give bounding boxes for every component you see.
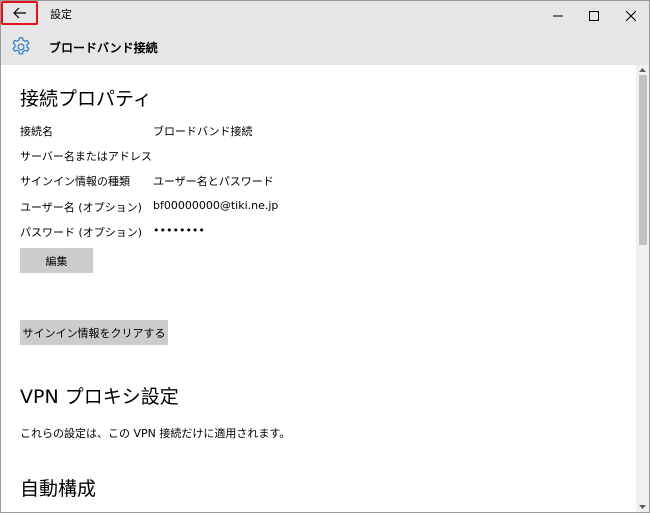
main-content: 接続プロパティ 接続名 ブロードバンド接続 サーバー名またはアドレス サインイン…	[1, 65, 636, 512]
scroll-down-button[interactable]	[636, 502, 649, 512]
edit-button[interactable]: 編集	[20, 248, 93, 273]
close-icon	[626, 10, 636, 21]
vpn-proxy-description: これらの設定は、この VPN 接続だけに適用されます。	[20, 427, 291, 440]
username-label: ユーザー名 (オプション)	[20, 201, 142, 214]
scroll-up-button[interactable]	[636, 65, 649, 75]
signin-type-value: ユーザー名とパスワード	[153, 175, 274, 188]
maximize-button[interactable]	[576, 1, 612, 30]
gear-icon	[12, 37, 30, 55]
page-header: ブロードバンド接続	[1, 30, 649, 65]
password-label: パスワード (オプション)	[20, 226, 143, 239]
maximize-icon	[589, 10, 599, 21]
app-title: 設定	[50, 8, 72, 21]
vpn-proxy-heading: VPN プロキシ設定	[20, 386, 179, 408]
minimize-icon	[553, 15, 563, 16]
chevron-up-icon	[639, 68, 646, 72]
username-value: bf00000000@tiki.ne.jp	[153, 199, 279, 212]
minimize-button[interactable]	[540, 1, 576, 30]
close-button[interactable]	[613, 1, 649, 30]
connection-name-value: ブロードバンド接続	[153, 125, 253, 138]
properties-heading: 接続プロパティ	[20, 88, 152, 110]
signin-type-label: サインイン情報の種類	[20, 175, 130, 188]
back-button[interactable]	[1, 1, 38, 25]
clear-signin-button[interactable]: サインイン情報をクリアする	[20, 320, 168, 345]
server-address-label: サーバー名またはアドレス	[20, 150, 152, 163]
password-value: ••••••••	[153, 224, 205, 237]
vertical-scrollbar[interactable]	[636, 65, 649, 512]
arrow-left-icon	[12, 7, 26, 19]
scroll-thumb[interactable]	[639, 75, 647, 245]
page-title: ブロードバンド接続	[49, 41, 158, 55]
auto-config-heading: 自動構成	[20, 478, 97, 500]
connection-name-label: 接続名	[20, 125, 53, 138]
title-bar: 設定	[1, 1, 649, 30]
chevron-down-icon	[639, 505, 646, 509]
